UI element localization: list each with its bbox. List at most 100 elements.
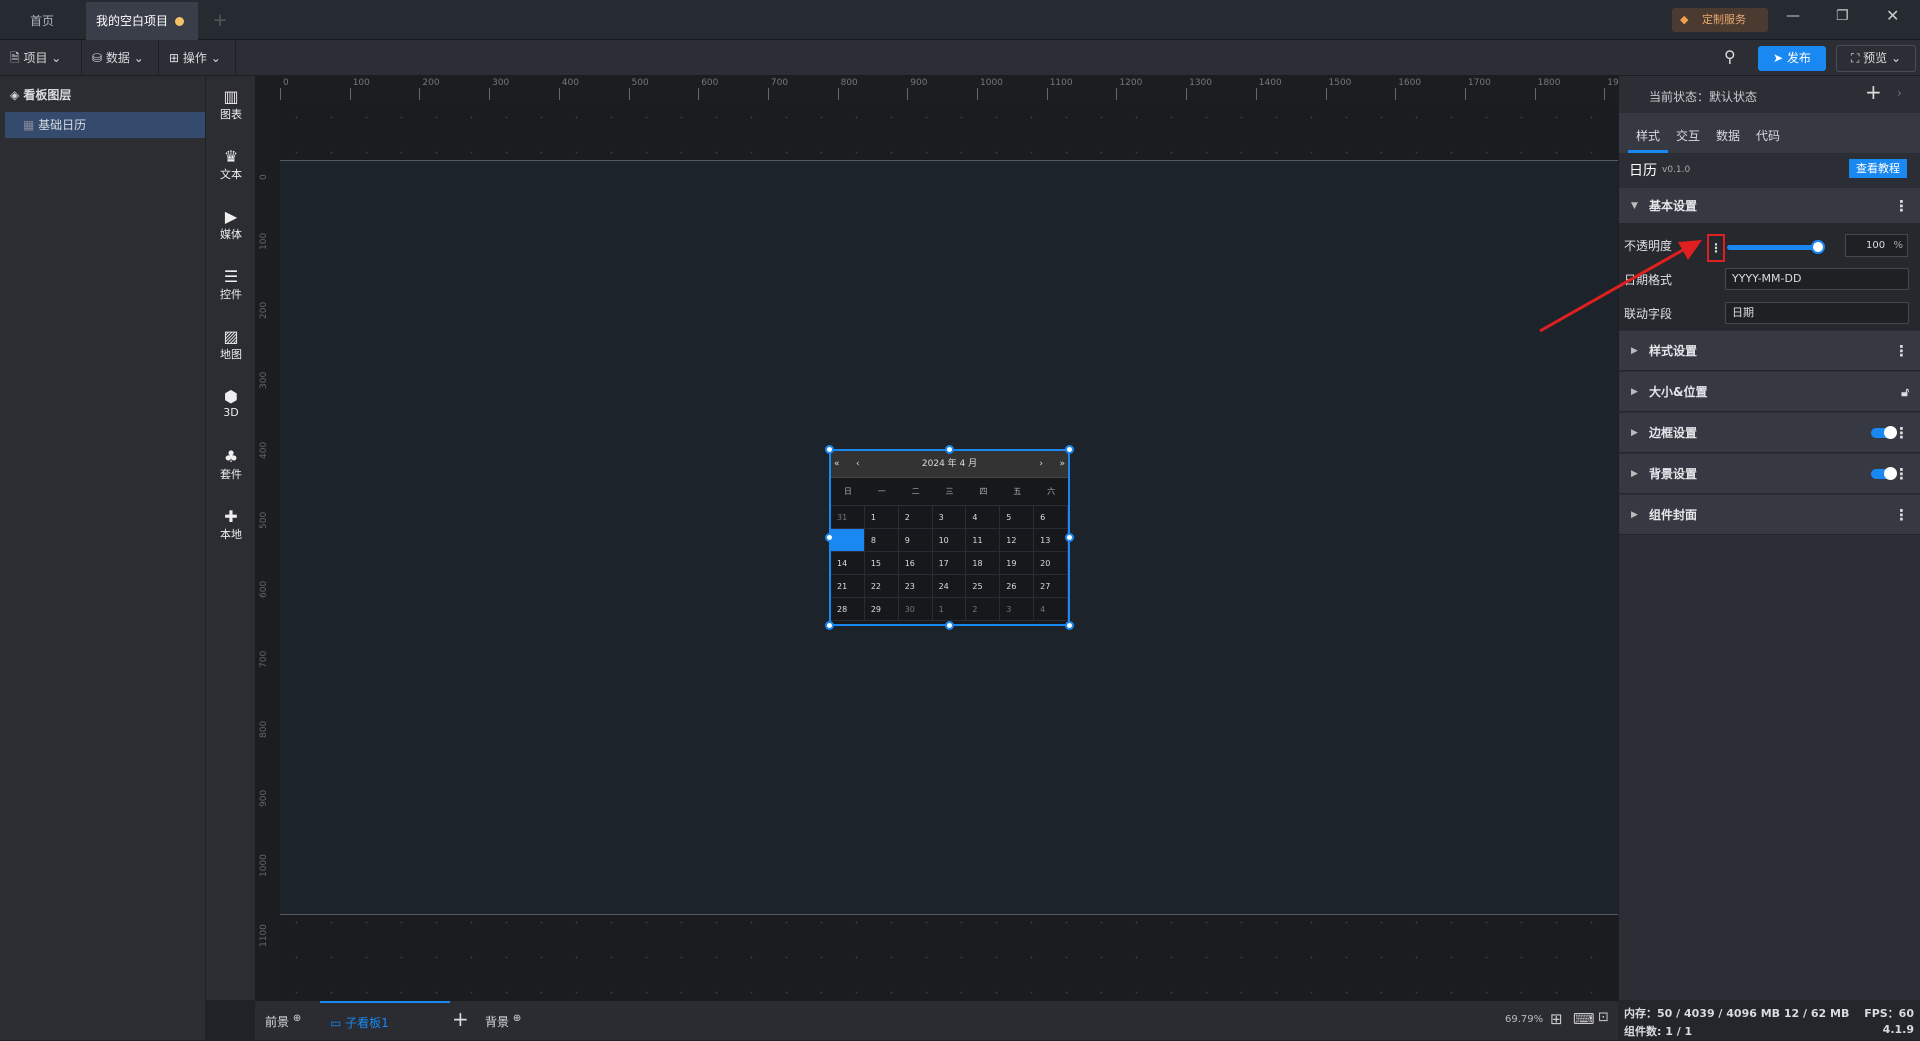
calendar-day[interactable]: 1 xyxy=(864,506,899,529)
tab-background[interactable]: 背景 ⊕ xyxy=(485,1013,521,1030)
more-icon[interactable]: ⋮ xyxy=(1894,454,1909,494)
opacity-slider[interactable] xyxy=(1727,245,1819,250)
resize-handle[interactable] xyxy=(945,445,954,454)
prev-month-button[interactable]: ‹ xyxy=(856,451,860,478)
tab-interaction[interactable]: 交互 xyxy=(1676,127,1700,144)
border-toggle[interactable] xyxy=(1871,426,1897,439)
layer-item[interactable]: ▦ 基础日历 xyxy=(5,112,205,138)
add-tab-button[interactable]: + xyxy=(200,2,240,40)
search-icon[interactable]: ⚲ xyxy=(1724,47,1736,66)
slider-handle[interactable] xyxy=(1811,240,1825,254)
menu-ops[interactable]: ⊞ 操作 ⌄ xyxy=(159,40,236,76)
calendar-day[interactable]: 26 xyxy=(1000,575,1035,598)
tutorial-button[interactable]: 查看教程 xyxy=(1849,159,1907,178)
zoom-level[interactable]: 69.79% xyxy=(1505,1014,1543,1025)
add-board-button[interactable]: + xyxy=(452,1007,469,1031)
calendar-day[interactable]: 4 xyxy=(1034,598,1068,621)
next-month-button[interactable]: › xyxy=(1039,451,1043,478)
add-state-button[interactable]: + xyxy=(1865,80,1882,104)
terminal-icon[interactable]: ⊡ xyxy=(1598,1010,1609,1025)
calendar-day[interactable]: 3 xyxy=(932,506,967,529)
calendar-day[interactable]: 10 xyxy=(932,529,967,552)
section-border[interactable]: ▶ 边框设置 ⋮ xyxy=(1619,413,1920,453)
fit-screen-icon[interactable]: ⊞ xyxy=(1550,1010,1563,1028)
keyboard-icon[interactable]: ⌨ xyxy=(1573,1010,1595,1028)
tab-project[interactable]: 我的空白项目 xyxy=(86,2,198,40)
restore-button[interactable]: ❐ xyxy=(1836,8,1849,24)
calendar-day[interactable]: 2 xyxy=(898,506,933,529)
calendar-day[interactable]: 31 xyxy=(831,506,865,529)
more-icon[interactable]: ⋮ xyxy=(1894,331,1909,371)
calendar-day[interactable]: 28 xyxy=(831,598,865,621)
tab-data[interactable]: 数据 xyxy=(1716,127,1740,144)
calendar-day[interactable]: 20 xyxy=(1034,552,1068,575)
calendar-day[interactable]: 4 xyxy=(966,506,1001,529)
calendar-day[interactable]: 9 xyxy=(898,529,933,552)
sidebar-local[interactable]: ✚ 本地 xyxy=(206,508,256,542)
sidebar-kit[interactable]: ♣ 套件 xyxy=(206,448,256,482)
more-icon[interactable]: ⋮ xyxy=(1894,413,1909,453)
tab-sub-board[interactable]: ▭ 子看板1 xyxy=(320,1001,450,1041)
calendar-day[interactable]: 6 xyxy=(1034,506,1068,529)
date-format-input[interactable]: YYYY-MM-DD xyxy=(1725,268,1909,290)
sidebar-text[interactable]: ♛ 文本 xyxy=(206,148,256,182)
calendar-day[interactable]: 13 xyxy=(1034,529,1068,552)
calendar-day[interactable]: 3 xyxy=(1000,598,1035,621)
more-icon[interactable]: ⋮ xyxy=(1894,188,1909,224)
chevron-right-icon[interactable]: › xyxy=(1897,86,1902,100)
calendar-day[interactable]: 12 xyxy=(1000,529,1035,552)
sidebar-media[interactable]: ▶ 媒体 xyxy=(206,208,256,242)
menu-project[interactable]: 🗎 项目 ⌄ xyxy=(0,40,82,76)
menu-data[interactable]: ⛁ 数据 ⌄ xyxy=(82,40,159,76)
calendar-day[interactable]: 29 xyxy=(864,598,899,621)
tab-style[interactable]: 样式 xyxy=(1636,127,1660,144)
calendar-day[interactable]: 1 xyxy=(932,598,967,621)
calendar-day[interactable]: 2 xyxy=(966,598,1001,621)
calendar-day[interactable]: 18 xyxy=(966,552,1001,575)
calendar-day[interactable]: 27 xyxy=(1034,575,1068,598)
add-circle-icon[interactable]: ⊕ xyxy=(293,1013,301,1024)
sidebar-chart[interactable]: ▥ 图表 xyxy=(206,88,256,122)
calendar-day[interactable]: 22 xyxy=(864,575,899,598)
calendar-day[interactable]: 21 xyxy=(831,575,865,598)
calendar-day[interactable]: 11 xyxy=(966,529,1001,552)
resize-handle[interactable] xyxy=(945,621,954,630)
calendar-widget[interactable]: « ‹ 2024 年 4 月 › » 日一二三四五六 31 1 2 3 4 5 6 7 8 9 10… xyxy=(829,449,1070,626)
calendar-day[interactable]: 7 xyxy=(831,529,865,552)
section-background[interactable]: ▶ 背景设置 ⋮ xyxy=(1619,454,1920,494)
calendar-day[interactable]: 24 xyxy=(932,575,967,598)
ruler-top[interactable]: 0 100 200 300 400 500 600 700 800 900 1000 1100 1200… xyxy=(255,76,1630,100)
calendar-day[interactable]: 5 xyxy=(1000,506,1035,529)
calendar-day[interactable]: 14 xyxy=(831,552,865,575)
custom-service-button[interactable]: ◆ 定制服务 xyxy=(1672,8,1768,32)
resize-handle[interactable] xyxy=(825,621,834,630)
more-icon[interactable]: ⋮ xyxy=(1894,495,1909,535)
resize-handle[interactable] xyxy=(1065,445,1074,454)
section-cover[interactable]: ▶ 组件封面 ⋮ xyxy=(1619,495,1920,535)
sidebar-map[interactable]: ▨ 地图 xyxy=(206,328,256,362)
calendar-day[interactable]: 23 xyxy=(898,575,933,598)
calendar-day[interactable]: 8 xyxy=(864,529,899,552)
tab-home[interactable]: 首页 xyxy=(0,2,84,40)
resize-handle[interactable] xyxy=(825,533,834,542)
resize-handle[interactable] xyxy=(1065,621,1074,630)
add-circle-icon[interactable]: ⊕ xyxy=(513,1013,521,1024)
tab-foreground[interactable]: 前景 ⊕ xyxy=(265,1013,301,1030)
resize-handle[interactable] xyxy=(1065,533,1074,542)
close-button[interactable]: ✕ xyxy=(1886,6,1899,25)
publish-button[interactable]: ➤ 发布 xyxy=(1758,46,1826,71)
opacity-input[interactable]: 100% xyxy=(1845,234,1908,257)
next-year-button[interactable]: » xyxy=(1059,451,1065,478)
sidebar-3d[interactable]: ⬢ 3D xyxy=(206,388,256,420)
resize-handle[interactable] xyxy=(825,445,834,454)
ruler-left[interactable]: 0 100 200 300 400 500 600 700 800 900 1000 1100 xyxy=(255,100,279,1000)
section-basic[interactable]: ▼ 基本设置 ⋮ xyxy=(1619,188,1920,224)
preview-button[interactable]: ⛶ 预览 ⌄ xyxy=(1836,45,1916,72)
section-size-position[interactable]: ▶ 大小&位置 🔓︎ xyxy=(1619,372,1920,412)
calendar-day[interactable]: 16 xyxy=(898,552,933,575)
calendar-day[interactable]: 17 xyxy=(932,552,967,575)
sidebar-controls[interactable]: ☰ 控件 xyxy=(206,268,256,302)
calendar-day[interactable]: 30 xyxy=(898,598,933,621)
lock-icon[interactable]: 🔓︎ xyxy=(1901,372,1909,412)
minimize-button[interactable]: — xyxy=(1786,8,1800,24)
